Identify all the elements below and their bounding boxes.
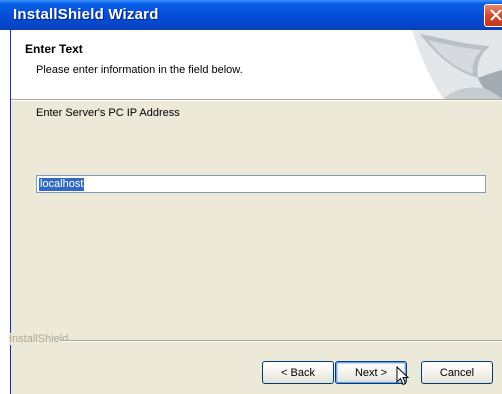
cancel-button[interactable]: Cancel (421, 361, 493, 384)
installshield-banner-art (412, 30, 502, 99)
header-subtitle: Please enter information in the field be… (36, 64, 243, 76)
ip-address-value: localhost (39, 178, 85, 191)
ip-address-input[interactable]: localhost (36, 175, 486, 193)
close-button[interactable] (484, 4, 502, 27)
close-icon (490, 9, 502, 21)
header-banner: Enter Text Please enter information in t… (11, 30, 502, 99)
ip-address-label: Enter Server's PC IP Address (36, 107, 180, 119)
mouse-pointer-icon (396, 366, 410, 386)
footer-divider-highlight (60, 341, 502, 342)
installshield-brand-label: InstallShield (9, 333, 73, 345)
installshield-wizard-window: InstallShield Wizard Enter Text Please e… (0, 0, 502, 394)
window-title: InstallShield Wizard (13, 6, 159, 23)
back-button[interactable]: < Back (262, 361, 334, 384)
header-divider-highlight (11, 100, 502, 101)
header-title: Enter Text (25, 42, 83, 56)
title-bar[interactable]: InstallShield Wizard (0, 0, 502, 31)
